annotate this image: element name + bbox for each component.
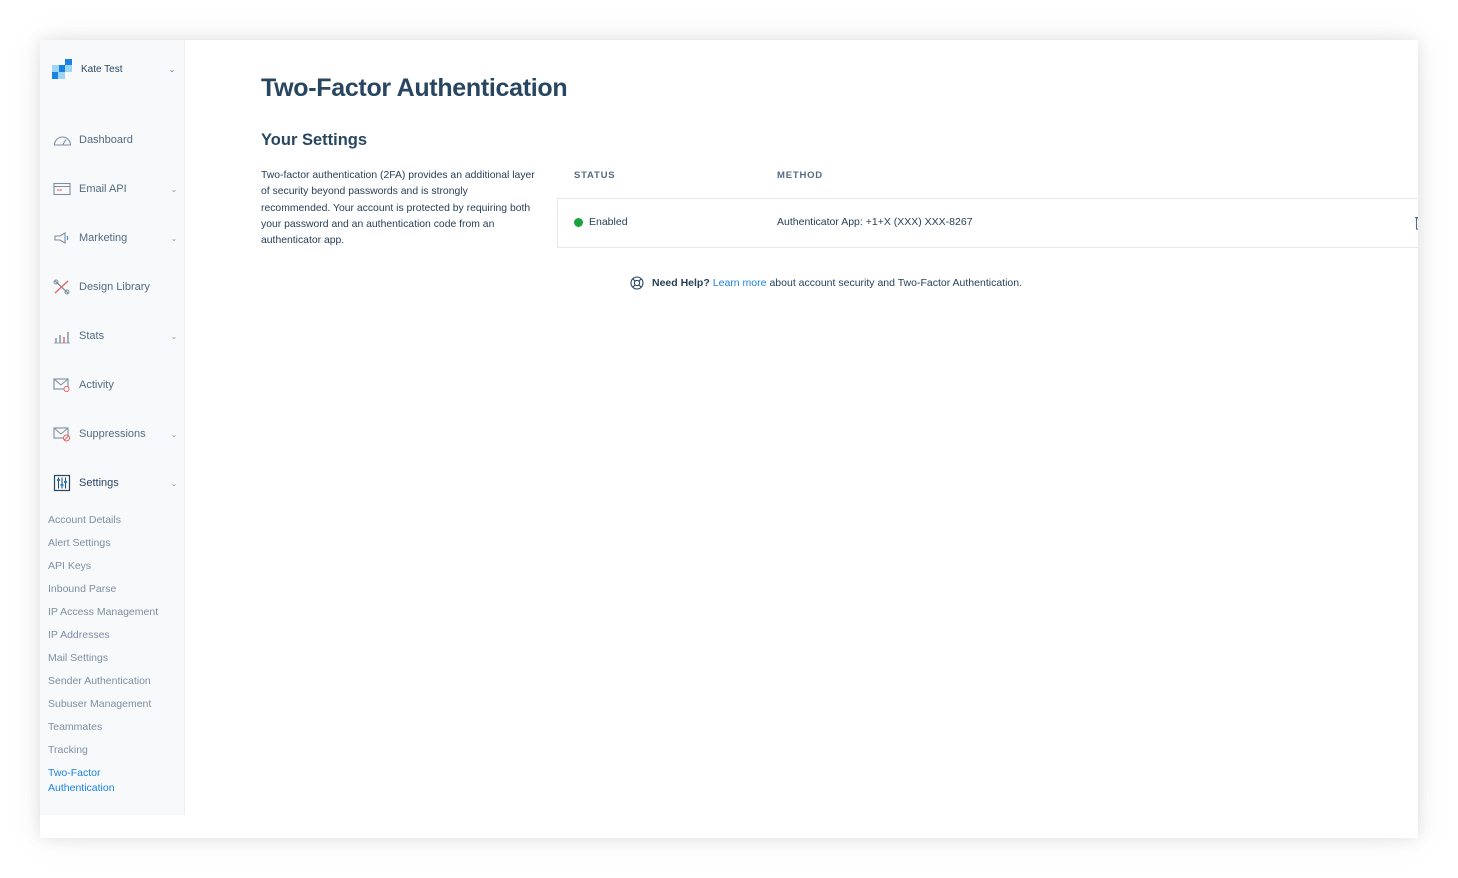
status-text: Enabled: [589, 216, 628, 228]
subnav-sender-authentication[interactable]: Sender Authentication: [48, 674, 178, 689]
nav-label: Settings: [79, 477, 119, 489]
subnav-alert-settings[interactable]: Alert Settings: [48, 536, 178, 551]
nav-item-design-library[interactable]: Design Library: [52, 275, 180, 299]
subnav-teammates[interactable]: Teammates: [48, 720, 178, 735]
subnav-ip-addresses[interactable]: IP Addresses: [48, 628, 178, 643]
subnav-tracking[interactable]: Tracking: [48, 743, 178, 758]
app-window: Kate Test ⌄ Dashboard Email API ⌄ Market…: [40, 40, 1418, 838]
nav-item-dashboard[interactable]: Dashboard: [52, 128, 180, 152]
nav-label: Suppressions: [79, 428, 146, 440]
chevron-down-icon: ⌄: [170, 184, 178, 194]
column-header-method: METHOD: [777, 170, 823, 181]
suppressions-icon: [52, 425, 72, 443]
method-cell: Authenticator App: +1+X (XXX) XXX-8267: [777, 216, 973, 228]
brand-logo: [52, 59, 72, 79]
sidebar: Kate Test ⌄ Dashboard Email API ⌄ Market…: [40, 40, 185, 815]
column-header-status: STATUS: [574, 170, 616, 181]
subnav-inbound-parse[interactable]: Inbound Parse: [48, 582, 178, 597]
chevron-up-icon: ⌄: [170, 478, 178, 488]
section-title: Your Settings: [261, 131, 368, 149]
nav-item-suppressions[interactable]: Suppressions ⌄: [52, 422, 180, 446]
help-body: about account security and Two-Factor Au…: [769, 277, 1023, 289]
subnav-ip-access-management[interactable]: IP Access Management: [48, 605, 178, 620]
nav-label: Dashboard: [79, 134, 133, 146]
design-library-icon: [52, 278, 72, 296]
chevron-down-icon: ⌄: [168, 64, 176, 74]
trash-icon[interactable]: [1414, 214, 1418, 230]
subnav-subuser-management[interactable]: Subuser Management: [48, 697, 178, 712]
learn-more-link[interactable]: Learn more: [713, 277, 767, 289]
dashboard-icon: [52, 131, 72, 149]
email-api-icon: [52, 180, 72, 198]
nav-item-email-api[interactable]: Email API ⌄: [52, 177, 180, 201]
subnav-mail-settings[interactable]: Mail Settings: [48, 651, 178, 666]
chevron-down-icon: ⌄: [170, 233, 178, 243]
table-row: Enabled Authenticator App: +1+X (XXX) XX…: [557, 198, 1418, 248]
account-name: Kate Test: [81, 63, 123, 75]
nav-item-activity[interactable]: Activity: [52, 373, 180, 397]
description-text: Two-factor authentication (2FA) provides…: [261, 170, 535, 247]
subnav-account-details[interactable]: Account Details: [48, 513, 178, 528]
account-switcher[interactable]: Kate Test ⌄: [52, 58, 178, 80]
activity-icon: [52, 376, 72, 394]
nav-label: Marketing: [79, 232, 128, 244]
main-content: Two-Factor Authentication Your Settings …: [185, 40, 1418, 838]
subnav-two-factor-authentication[interactable]: Two-Factor Authentication: [48, 766, 178, 796]
lifebuoy-icon: [630, 276, 644, 290]
nav-item-marketing[interactable]: Marketing ⌄: [52, 226, 180, 250]
megaphone-icon: [52, 229, 72, 247]
nav-label: Email API: [79, 183, 127, 195]
settings-icon: [52, 474, 72, 492]
chevron-down-icon: ⌄: [170, 429, 178, 439]
stats-icon: [52, 327, 72, 345]
subnav-api-keys[interactable]: API Keys: [48, 559, 178, 574]
page-title: Two-Factor Authentication: [261, 74, 568, 102]
help-heading: Need Help?: [652, 277, 710, 289]
status-dot-icon: [574, 217, 583, 227]
chevron-down-icon: ⌄: [170, 331, 178, 341]
nav-label: Stats: [79, 330, 105, 342]
nav-label: Activity: [79, 379, 114, 391]
subnav-label-line1: Two-Factor: [48, 767, 101, 779]
nav-item-settings[interactable]: Settings ⌄: [52, 471, 180, 495]
nav-item-stats[interactable]: Stats ⌄: [52, 324, 180, 348]
status-cell: Enabled: [574, 216, 628, 228]
subnav-label-line2: Authentication: [48, 782, 115, 794]
help-text: Need Help? Learn more about account secu…: [630, 276, 1022, 290]
nav-label: Design Library: [79, 281, 150, 293]
